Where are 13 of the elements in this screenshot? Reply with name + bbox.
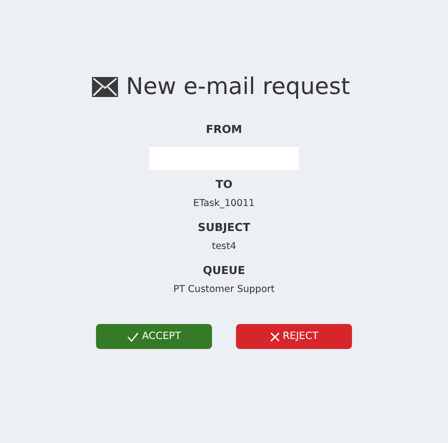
field-label: FROM (206, 122, 242, 138)
accept-button[interactable]: ACCEPT (96, 324, 212, 349)
close-icon (270, 332, 280, 342)
check-icon (126, 332, 139, 342)
field-value: test4 (212, 240, 236, 254)
field-label: SUBJECT (198, 220, 250, 236)
envelope-icon (92, 77, 118, 97)
page-title: New e-mail request (126, 74, 350, 100)
field-value: ETask_10011 (193, 197, 255, 211)
reject-button[interactable]: REJECT (236, 324, 352, 349)
field-label: TO (216, 177, 232, 193)
field-label: QUEUE (202, 263, 246, 279)
field-value: PT Customer Support (173, 283, 275, 297)
